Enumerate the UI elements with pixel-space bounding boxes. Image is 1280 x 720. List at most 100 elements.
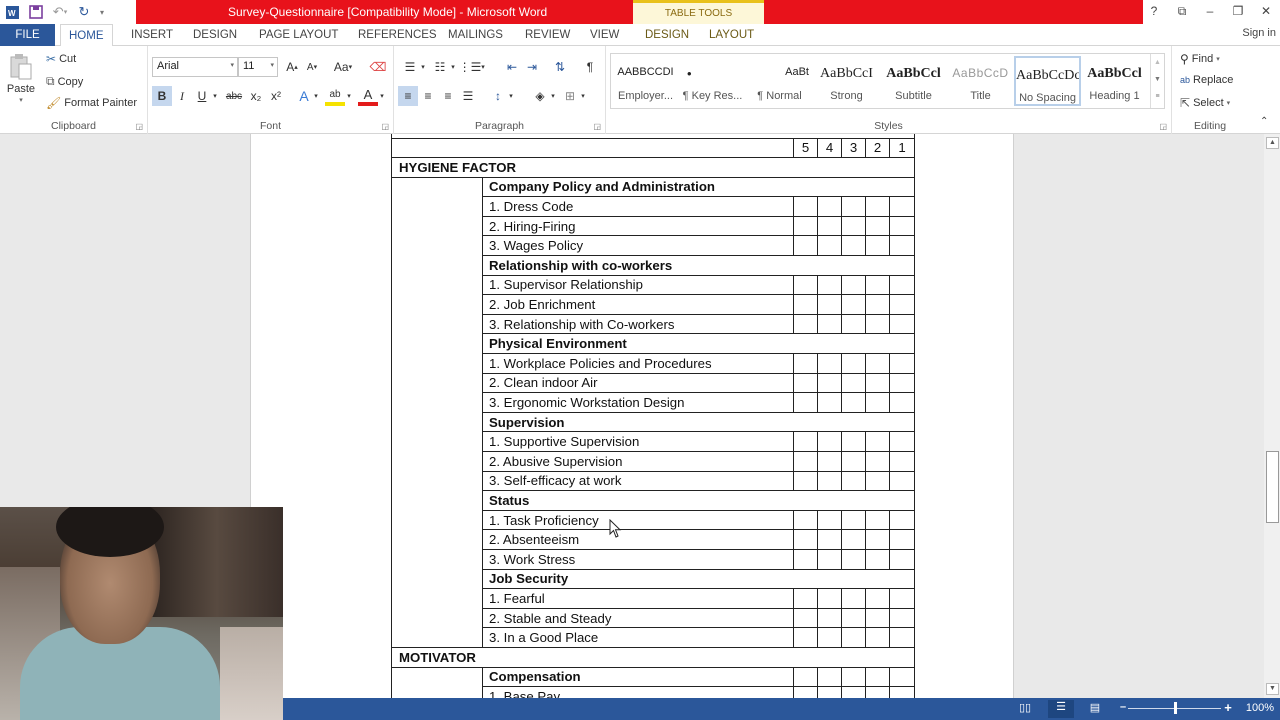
highlight-button[interactable]: ab	[325, 86, 345, 106]
rating-cell[interactable]	[817, 529, 842, 550]
rating-cell[interactable]	[841, 451, 866, 472]
rating-cell[interactable]	[793, 313, 818, 335]
font-name-select[interactable]: Arial ▾	[152, 57, 238, 77]
rating-cell[interactable]	[841, 548, 866, 570]
borders-dropdown-icon[interactable]: ▾	[578, 86, 588, 106]
cut-button[interactable]: ✂ Cut	[46, 52, 76, 66]
rating-cell[interactable]	[841, 686, 866, 698]
rating-cell[interactable]	[865, 235, 890, 257]
rating-cell[interactable]	[841, 294, 866, 315]
rating-cell[interactable]	[817, 294, 842, 315]
rating-cell[interactable]	[865, 666, 890, 688]
subscript-button[interactable]: x₂	[246, 86, 266, 106]
read-mode-icon[interactable]: ▯▯	[1014, 701, 1036, 717]
grow-font-button[interactable]: A ▴	[282, 57, 302, 77]
rating-cell[interactable]	[817, 509, 842, 531]
rating-cell[interactable]	[865, 588, 890, 609]
rating-cell[interactable]	[865, 529, 890, 550]
align-center-button[interactable]: ≡	[418, 86, 438, 106]
zoom-level[interactable]: 100%	[1246, 702, 1274, 714]
zoom-out-button[interactable]: –	[1112, 701, 1134, 717]
rating-cell[interactable]	[793, 353, 818, 374]
styles-launcher-icon[interactable]: ◲	[1159, 122, 1167, 131]
rating-cell[interactable]	[865, 372, 890, 394]
tab-view[interactable]: VIEW	[582, 24, 627, 46]
rating-cell[interactable]	[817, 235, 842, 257]
style-strong[interactable]: AaBbCcI Strong	[813, 56, 880, 106]
rating-cell[interactable]	[793, 607, 818, 629]
rating-cell[interactable]	[817, 313, 842, 335]
rating-cell[interactable]	[841, 431, 866, 452]
rating-cell[interactable]	[888, 607, 916, 629]
rating-cell[interactable]	[793, 431, 818, 452]
justify-button[interactable]: ☰	[458, 86, 478, 106]
scrollbar-thumb[interactable]	[1266, 451, 1279, 523]
rating-cell[interactable]	[817, 353, 842, 374]
word-logo-icon[interactable]: W	[0, 1, 24, 23]
bullets-dropdown-icon[interactable]: ▾	[418, 57, 428, 77]
scroll-down-icon[interactable]: ▼	[1266, 683, 1279, 695]
style-heading-1[interactable]: AaBbCcl Heading 1	[1081, 56, 1148, 106]
customize-qat-icon[interactable]: ▾	[96, 1, 108, 23]
rating-cell[interactable]	[817, 470, 842, 492]
numbering-button[interactable]: ☷	[430, 57, 450, 77]
numbering-dropdown-icon[interactable]: ▾	[448, 57, 458, 77]
rating-cell[interactable]	[817, 274, 842, 296]
rating-cell[interactable]	[888, 548, 916, 570]
tab-page-layout[interactable]: PAGE LAYOUT	[251, 24, 346, 46]
rating-cell[interactable]	[888, 588, 916, 609]
rating-cell[interactable]	[817, 215, 842, 237]
bold-button[interactable]: B	[152, 86, 172, 106]
multilevel-dropdown-icon[interactable]: ▾	[478, 57, 488, 77]
rating-cell[interactable]	[888, 353, 916, 374]
rating-cell[interactable]	[865, 686, 890, 698]
rating-cell[interactable]	[865, 431, 890, 452]
rating-cell[interactable]	[793, 235, 818, 257]
rating-cell[interactable]	[841, 607, 866, 629]
rating-cell[interactable]	[841, 274, 866, 296]
rating-cell[interactable]	[817, 372, 842, 394]
select-button[interactable]: ⇱ Select ▾	[1180, 96, 1230, 110]
multilevel-list-button[interactable]: ⋮☰	[459, 57, 482, 77]
redo-icon[interactable]: ↻	[72, 1, 96, 23]
ribbon-display-options-icon[interactable]: ⧉	[1168, 0, 1196, 22]
clipboard-launcher-icon[interactable]: ◲	[135, 122, 143, 131]
gallery-down-icon[interactable]: ▼	[1151, 71, 1164, 88]
rating-cell[interactable]	[841, 529, 866, 550]
rating-cell[interactable]	[817, 686, 842, 698]
gallery-more-icon[interactable]: ≡	[1151, 88, 1164, 105]
underline-dropdown-icon[interactable]: ▾	[210, 86, 220, 106]
print-layout-icon[interactable]: ☰	[1048, 700, 1074, 718]
rating-cell[interactable]	[888, 686, 916, 698]
rating-cell[interactable]	[865, 627, 890, 648]
style-key-results[interactable]: • ¶ Key Res...	[679, 56, 746, 106]
rating-cell[interactable]	[793, 451, 818, 472]
rating-cell[interactable]	[817, 666, 842, 688]
web-layout-icon[interactable]: ▤	[1084, 701, 1106, 717]
rating-cell[interactable]	[793, 627, 818, 648]
rating-cell[interactable]	[793, 215, 818, 237]
rating-cell[interactable]	[793, 196, 818, 217]
rating-cell[interactable]	[865, 470, 890, 492]
rating-cell[interactable]	[865, 392, 890, 413]
rating-cell[interactable]	[841, 196, 866, 217]
rating-cell[interactable]	[793, 372, 818, 394]
clear-formatting-icon[interactable]: ⌫	[368, 57, 388, 77]
document-page[interactable]: 5 4 3 2 1 HYGIENE FACTOR Company Policy a…	[250, 134, 1014, 698]
shading-dropdown-icon[interactable]: ▾	[548, 86, 558, 106]
rating-cell[interactable]	[865, 353, 890, 374]
vertical-scrollbar[interactable]: ▲ ▼	[1264, 134, 1280, 698]
rating-cell[interactable]	[888, 235, 916, 257]
style-subtitle[interactable]: AaBbCcl Subtitle	[880, 56, 947, 106]
zoom-in-button[interactable]: +	[1217, 700, 1239, 716]
rating-cell[interactable]	[841, 588, 866, 609]
style-employer[interactable]: AABBCCDI Employer...	[612, 56, 679, 106]
tab-references[interactable]: REFERENCES	[350, 24, 445, 46]
rating-cell[interactable]	[888, 196, 916, 217]
sign-in-link[interactable]: Sign in	[1242, 27, 1276, 39]
rating-cell[interactable]	[888, 392, 916, 413]
increase-indent-button[interactable]: ⇥	[522, 57, 542, 77]
shrink-font-button[interactable]: A ▾	[302, 57, 322, 77]
help-icon[interactable]: ?	[1140, 0, 1168, 22]
superscript-button[interactable]: x²	[266, 86, 286, 106]
